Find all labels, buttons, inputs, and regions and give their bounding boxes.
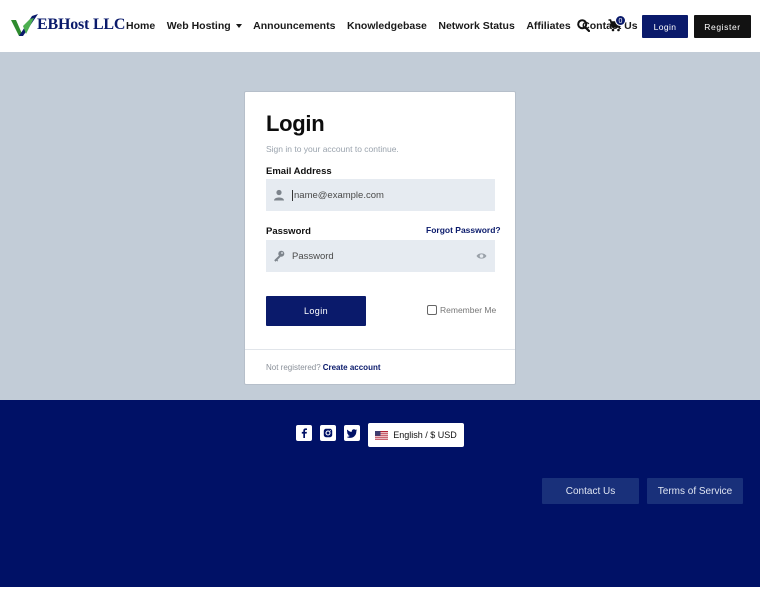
card-footer: Not registered? Create account <box>266 363 381 372</box>
bottom-strip <box>0 587 760 600</box>
email-placeholder: name@example.com <box>294 189 384 201</box>
instagram-glyph <box>323 428 333 438</box>
email-field[interactable]: name@example.com <box>266 179 495 211</box>
nav-knowledgebase[interactable]: Knowledgebase <box>347 20 427 32</box>
twitter-glyph <box>347 428 357 438</box>
login-card: Login Sign in to your account to continu… <box>244 91 516 385</box>
nav-home[interactable]: Home <box>126 20 155 32</box>
create-account-link[interactable]: Create account <box>323 363 381 372</box>
login-title: Login <box>266 111 325 136</box>
text-cursor <box>292 189 293 201</box>
main-content: Login Sign in to your account to continu… <box>0 52 760 400</box>
footer-terms-button[interactable]: Terms of Service <box>647 478 743 504</box>
forgot-password-link[interactable]: Forgot Password? <box>426 225 501 235</box>
language-label: English / $ USD <box>393 430 457 440</box>
password-placeholder: Password <box>292 250 334 262</box>
remember-me-checkbox[interactable] <box>427 305 437 315</box>
remember-me[interactable]: Remember Me <box>427 305 496 315</box>
twitter-icon[interactable] <box>344 425 360 441</box>
nav-network-status[interactable]: Network Status <box>438 20 514 32</box>
header-login-button[interactable]: Login <box>642 15 688 38</box>
nav-announcements[interactable]: Announcements <box>253 20 335 32</box>
brand-name: EBHost LLC <box>37 16 126 33</box>
logo-check-icon <box>11 14 38 36</box>
login-button[interactable]: Login <box>266 296 366 326</box>
site-header: EBHost LLC Home Web Hosting Announcement… <box>0 0 760 52</box>
nav-affiliates[interactable]: Affiliates <box>526 20 570 32</box>
site-footer: English / $ USD Contact Us Terms of Serv… <box>0 400 760 587</box>
footer-contact-button[interactable]: Contact Us <box>542 478 639 504</box>
language-currency-button[interactable]: English / $ USD <box>368 423 464 447</box>
nav-web-hosting[interactable]: Web Hosting <box>167 20 242 32</box>
logo[interactable]: EBHost LLC <box>10 12 125 38</box>
nav-web-hosting-label: Web Hosting <box>166 20 231 32</box>
user-icon <box>274 189 284 201</box>
chevron-down-icon <box>235 24 242 28</box>
header-register-button[interactable]: Register <box>694 15 751 38</box>
us-flag-icon <box>375 430 389 440</box>
instagram-icon[interactable] <box>320 425 336 441</box>
facebook-glyph <box>301 428 307 438</box>
search-icon[interactable] <box>577 19 590 32</box>
not-registered-text: Not registered? <box>266 363 321 372</box>
key-icon <box>274 250 285 262</box>
card-divider <box>245 349 515 350</box>
main-nav: Home Web Hosting Announcements Knowledge… <box>126 0 649 52</box>
password-field[interactable]: Password <box>266 240 495 272</box>
password-label: Password <box>266 226 311 237</box>
login-subtitle: Sign in to your account to continue. <box>266 144 399 154</box>
remember-me-label: Remember Me <box>440 305 497 315</box>
eye-icon[interactable] <box>476 251 487 261</box>
cart-count-badge: 0 <box>615 15 626 26</box>
facebook-icon[interactable] <box>296 425 312 441</box>
email-label: Email Address <box>266 166 332 177</box>
